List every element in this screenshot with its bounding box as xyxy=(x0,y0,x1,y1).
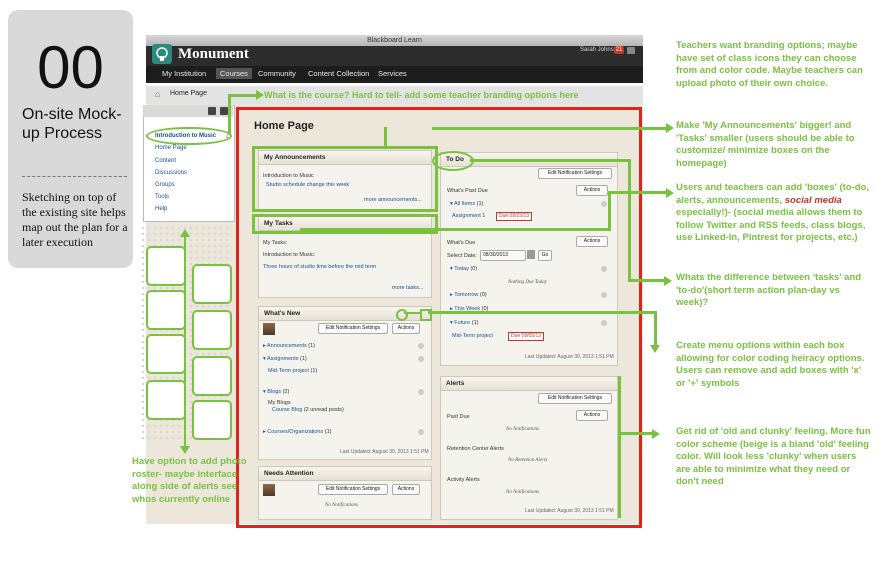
arrow-icon xyxy=(650,345,660,353)
annotation-tasks-todo: Whats the difference between 'tasks' and… xyxy=(676,272,862,308)
arrow-icon xyxy=(666,123,674,133)
connector-line xyxy=(470,159,630,162)
annotation-roster: Have option to add photo roster- maybe i… xyxy=(132,456,247,505)
arrow-icon xyxy=(664,276,672,286)
roster-photo-slot xyxy=(146,290,186,330)
annotation-clunky: Get rid of 'old and clunky' feeling. Mor… xyxy=(676,426,871,487)
roster-photo-slot xyxy=(192,310,232,350)
menu-folder-icon[interactable] xyxy=(208,107,216,115)
arrow-icon xyxy=(652,429,660,439)
nav-content-collection[interactable]: Content Collection xyxy=(308,69,369,78)
roster-guide-line xyxy=(184,236,186,448)
notification-badge[interactable]: 21 xyxy=(614,46,624,54)
card-title: On-site Mock-up Process xyxy=(22,106,122,142)
brand-name: Monument xyxy=(178,46,249,62)
menu-item-groups[interactable]: Groups xyxy=(155,182,175,188)
breadcrumb[interactable]: Home Page xyxy=(170,90,207,97)
annotation-boxes-part-2: especially!)- (social media allows them … xyxy=(676,207,866,243)
menu-item-discussions[interactable]: Discussions xyxy=(155,170,187,176)
todo-highlight-oval xyxy=(432,151,474,171)
step-number: 00 xyxy=(37,34,104,101)
menu-options-icon[interactable] xyxy=(220,107,228,115)
nav-my-institution[interactable]: My Institution xyxy=(162,69,206,78)
roster-photo-slot xyxy=(146,380,186,420)
process-card: 00 On-site Mock-up Process Sketching on … xyxy=(8,10,133,268)
roster-photo-slot xyxy=(146,334,186,374)
connector-line xyxy=(228,94,231,134)
annotation-menu-options: Create menu options within each box allo… xyxy=(676,340,865,389)
annotation-boxes: Users and teachers can add 'boxes' (to-d… xyxy=(676,182,872,245)
window-titlebar: Blackboard Learn xyxy=(146,35,643,46)
menu-item-help[interactable]: Help xyxy=(155,206,167,212)
institution-logo-icon[interactable] xyxy=(152,44,172,64)
connector-line xyxy=(618,376,621,518)
announcements-highlight xyxy=(252,146,438,212)
roster-photo-slot xyxy=(192,356,232,396)
home-icon[interactable]: ⌂ xyxy=(155,89,160,99)
arrow-icon xyxy=(666,188,674,198)
annotation-announcements: Make 'My Announcements' bigger! and 'Tas… xyxy=(676,120,855,169)
connector-line xyxy=(228,94,256,97)
nav-community[interactable]: Community xyxy=(258,69,296,78)
roster-photo-slot xyxy=(146,246,186,286)
menu-item-home-page[interactable]: Home Page xyxy=(155,145,187,151)
power-icon[interactable] xyxy=(627,47,635,54)
connector-line xyxy=(428,311,656,314)
connector-line xyxy=(608,191,611,231)
minus-symbol-icon xyxy=(396,309,408,321)
connector-line xyxy=(628,159,631,281)
connector-line xyxy=(654,311,657,347)
connector-line xyxy=(404,312,420,314)
annotation-branding: Teachers want branding options; maybe ha… xyxy=(676,40,863,89)
connector-line xyxy=(300,228,610,231)
connector-line xyxy=(628,279,666,282)
arrow-icon xyxy=(256,90,264,100)
menu-item-content[interactable]: Content xyxy=(155,158,176,164)
menu-item-tools[interactable]: Tools xyxy=(155,194,169,200)
connector-line xyxy=(384,127,387,149)
nav-services[interactable]: Services xyxy=(378,69,407,78)
annotation-course-id: What is the course? Hard to tell- add so… xyxy=(264,90,579,100)
tasks-highlight xyxy=(252,214,438,234)
connector-line xyxy=(608,191,668,194)
card-description: Sketching on top of the existing site he… xyxy=(22,190,128,249)
connector-line xyxy=(432,127,667,130)
annotation-social-media: social media xyxy=(784,194,842,206)
course-highlight-oval xyxy=(146,127,232,145)
card-divider xyxy=(22,176,127,177)
connector-line xyxy=(618,432,654,435)
roster-photo-slot xyxy=(192,264,232,304)
roster-photo-slot xyxy=(192,400,232,440)
nav-courses[interactable]: Courses xyxy=(216,68,252,79)
